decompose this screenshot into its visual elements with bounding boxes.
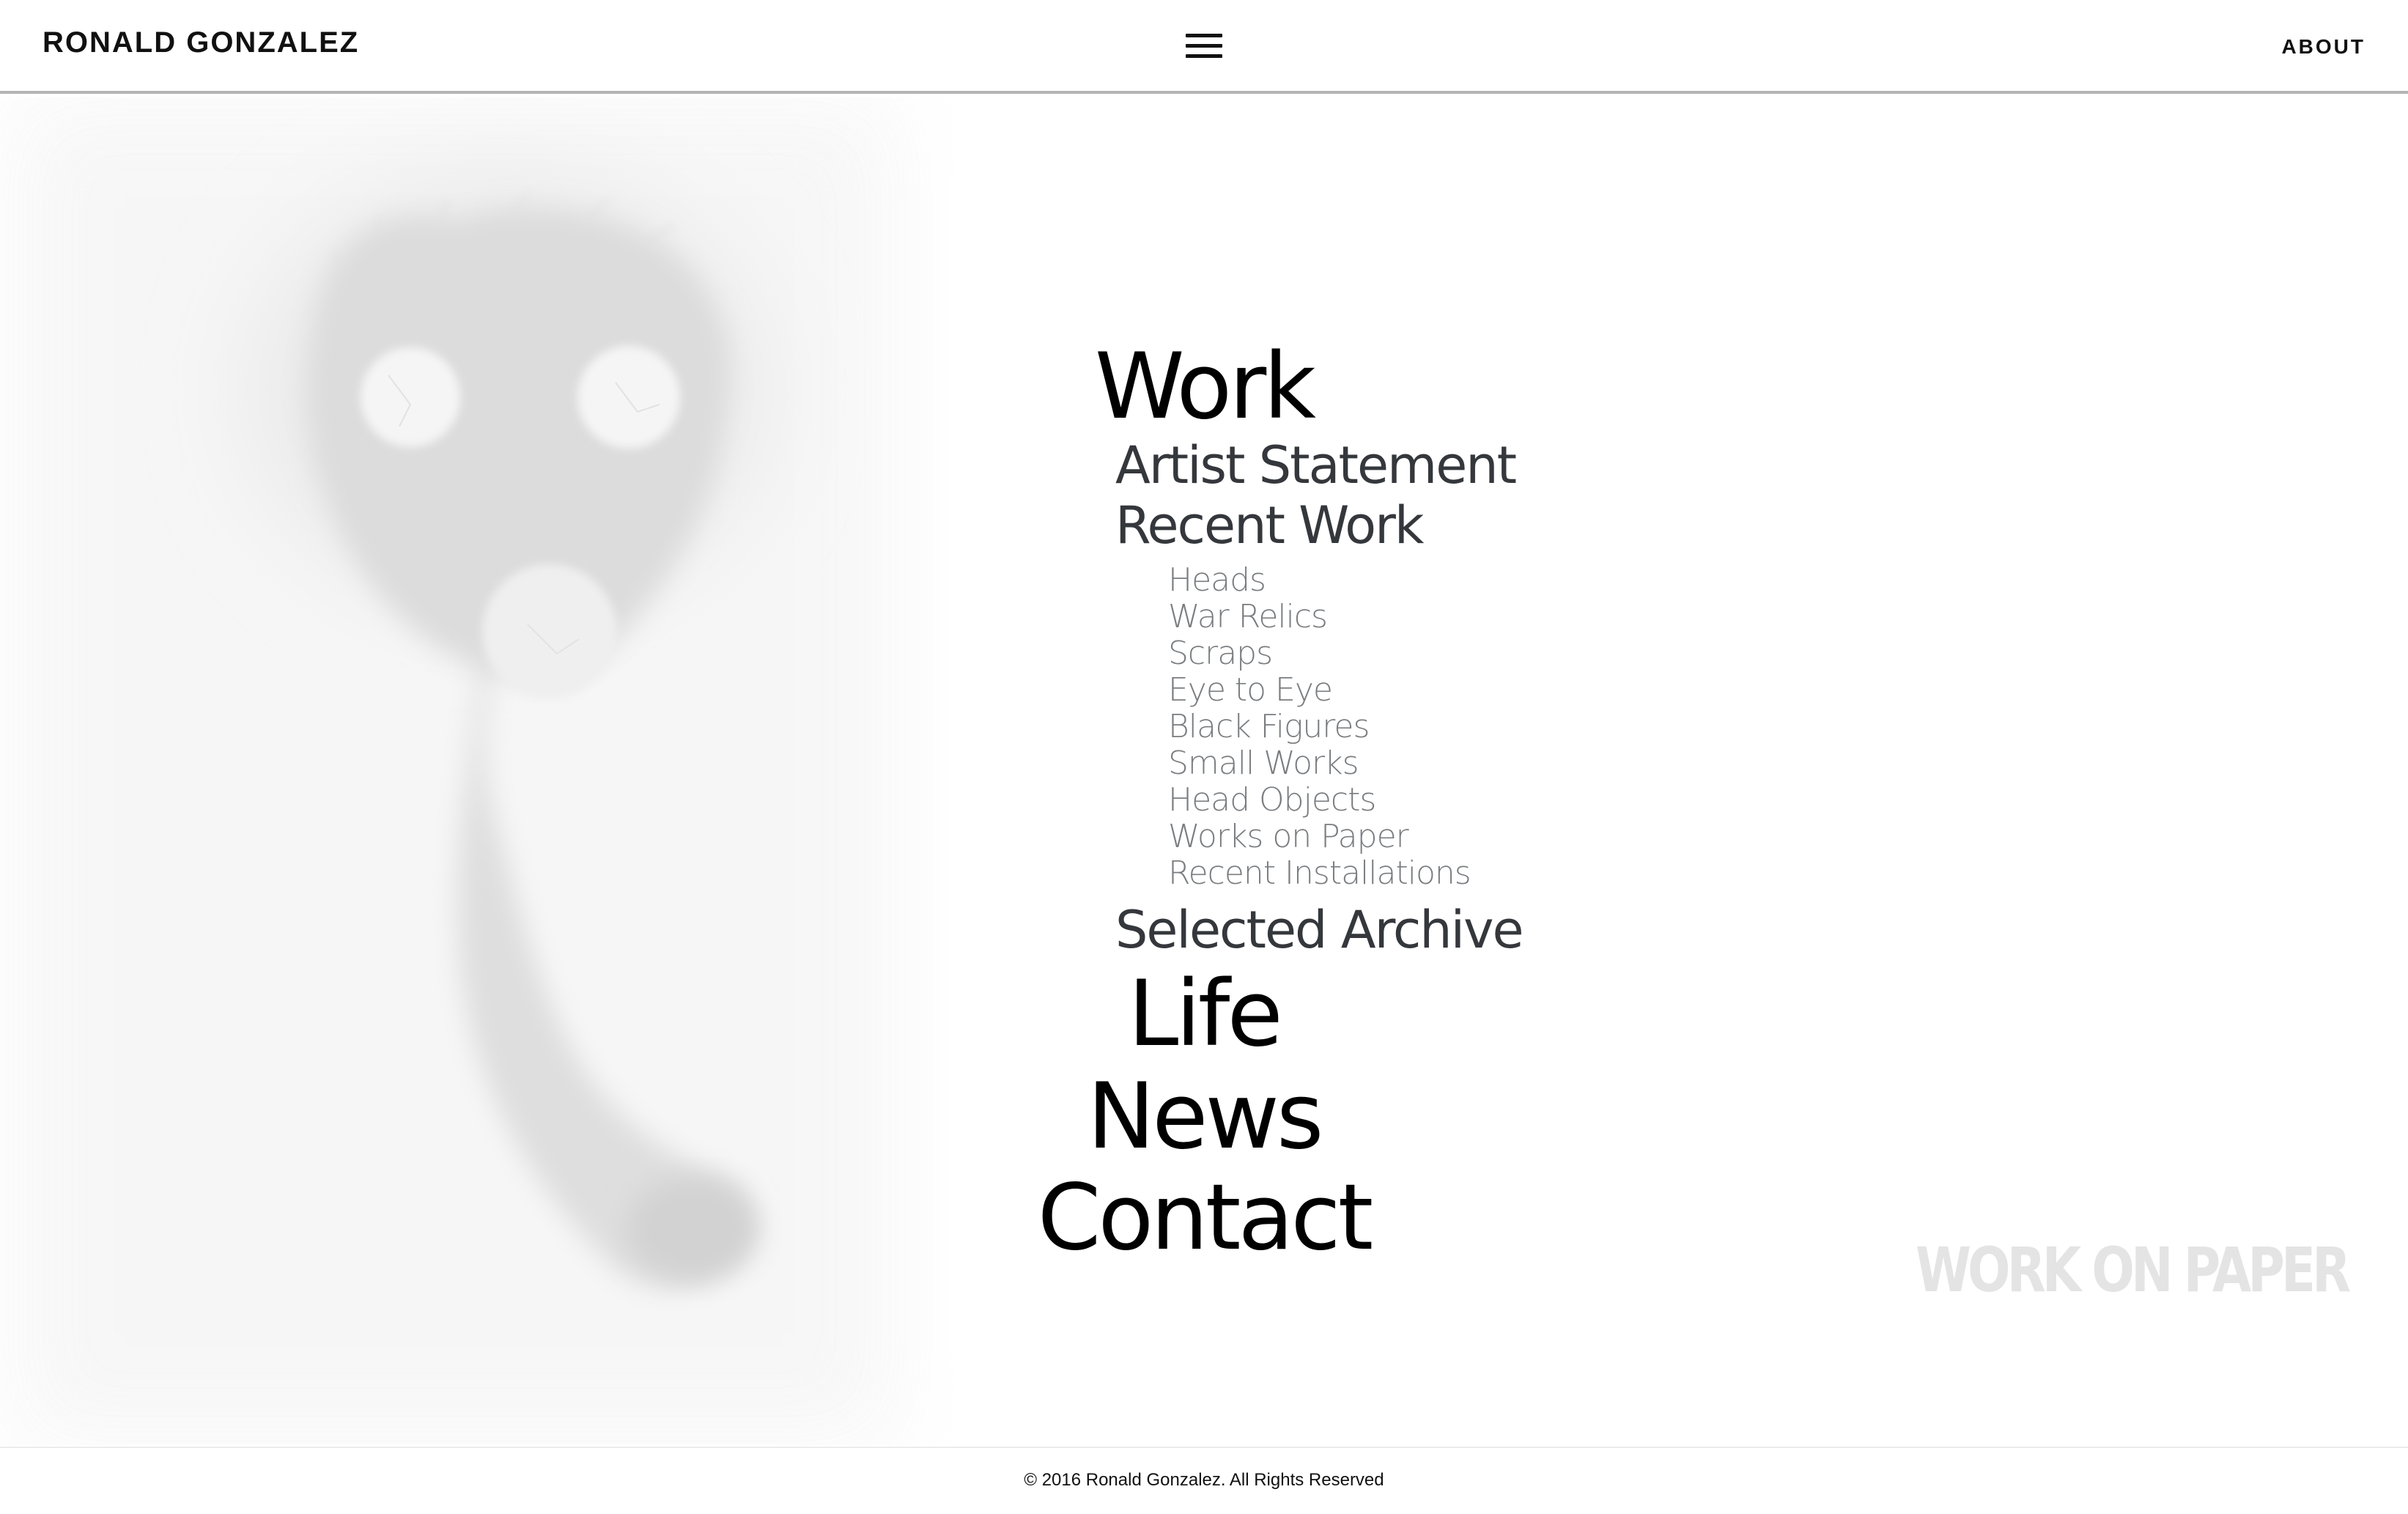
nav-news[interactable]: News	[1087, 1071, 1323, 1162]
nav-life[interactable]: Life	[1128, 969, 1282, 1060]
menu-bar-bottom	[1186, 54, 1222, 58]
nav-sub-black-figures[interactable]: Black Figures	[1168, 711, 1370, 743]
hamburger-menu-icon[interactable]	[1186, 32, 1224, 62]
nav-recent-work[interactable]: Recent Work	[1115, 500, 1424, 551]
nav-sub-head-objects[interactable]: Head Objects	[1168, 784, 1376, 816]
nav-sub-recent-installations[interactable]: Recent Installations	[1168, 857, 1471, 890]
site-title-link[interactable]: RONALD GONZALEZ	[43, 26, 359, 59]
nav-contact[interactable]: Contact	[1038, 1173, 1373, 1263]
menu-bar-middle	[1186, 44, 1222, 48]
about-link[interactable]: ABOUT	[2281, 35, 2365, 59]
menu-bar-top	[1186, 34, 1222, 37]
nav-sub-works-on-paper[interactable]: Works on Paper	[1168, 821, 1409, 853]
copyright-text: © 2016 Ronald Gonzalez. All Rights Reser…	[1024, 1470, 1384, 1490]
nav-sub-eye-to-eye[interactable]: Eye to Eye	[1168, 674, 1333, 706]
site-header: RONALD GONZALEZ ABOUT	[0, 0, 2408, 94]
site-footer: © 2016 Ronald Gonzalez. All Rights Reser…	[0, 1447, 2408, 1514]
page: RONALD GONZALEZ ABOUT WORK ON PAPER Work…	[0, 0, 2408, 1514]
nav-sub-scraps[interactable]: Scraps	[1168, 638, 1273, 670]
nav-artist-statement[interactable]: Artist Statement	[1115, 440, 1517, 491]
nav-selected-archive[interactable]: Selected Archive	[1115, 904, 1524, 956]
nav-sub-war-relics[interactable]: War Relics	[1168, 601, 1328, 633]
nav-sub-small-works[interactable]: Small Works	[1168, 747, 1359, 780]
nav-sub-heads[interactable]: Heads	[1168, 564, 1266, 597]
nav-work[interactable]: Work	[1095, 341, 1316, 432]
main-navigation: Work Artist Statement Recent Work Heads …	[0, 0, 2408, 1514]
